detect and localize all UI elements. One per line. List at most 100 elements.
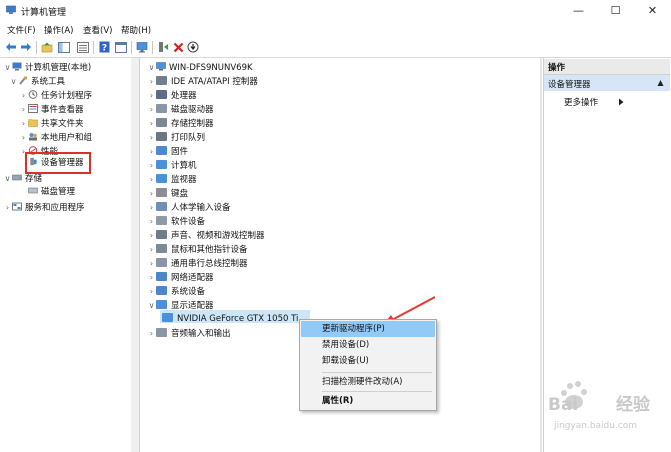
expand-arrow-icon[interactable]: › [147,201,156,214]
device-category-label: 软件设备 [171,217,206,227]
expand-arrow-icon[interactable]: › [19,117,28,130]
expand-arrow-icon[interactable]: › [19,103,28,116]
submenu-arrow-icon[interactable] [618,98,624,106]
device-category-row[interactable]: › 磁盘驱动器 [147,103,214,116]
expand-arrow-icon[interactable]: › [19,89,28,102]
device-category-row[interactable]: › 软件设备 [147,215,205,228]
scan-download-icon[interactable] [186,40,200,54]
show-tree-icon[interactable] [57,40,71,54]
device-category-row[interactable]: › 打印队列 [147,131,205,144]
tree-item-event-viewer[interactable]: › 事件查看器 [19,103,84,116]
actions-section-device-manager[interactable]: 设备管理器 [544,75,670,91]
expand-arrow-icon[interactable]: › [147,215,156,228]
menu-view[interactable]: 查看(V) [83,24,112,36]
device-category-label: 打印队列 [171,133,206,143]
device-row-gpu[interactable]: NVIDIA GeForce GTX 1050 Ti [162,313,298,326]
expand-arrow-icon[interactable]: › [147,145,156,158]
menu-file[interactable]: 文件(F) [7,24,36,36]
menu-action[interactable]: 操作(A) [44,24,73,36]
expand-arrow-icon[interactable]: › [147,117,156,130]
more-actions-label: 更多操作 [564,98,599,108]
up-folder-icon[interactable] [40,40,54,54]
users-icon [29,133,37,141]
expand-arrow-icon[interactable]: › [19,131,28,144]
expand-arrow-icon[interactable]: › [147,187,156,200]
help-icon[interactable]: ? [97,40,111,54]
collapse-up-icon[interactable] [657,79,664,87]
context-menu-disable-device[interactable]: 禁用设备(D) [301,337,435,353]
enable-device-icon[interactable] [156,40,170,54]
watermark-text2: 经验 [616,394,651,415]
expand-arrow-icon[interactable]: › [147,103,156,116]
toolbar-divider [93,41,94,54]
device-tree-root[interactable]: ∨ WIN-DFS9NUNV69K [147,61,253,74]
expand-arrow-icon[interactable]: › [147,243,156,256]
expand-arrow-icon[interactable]: › [147,131,156,144]
device-category-row[interactable]: › 人体学输入设备 [147,201,231,214]
tree-item-task-scheduler[interactable]: › 任务计划程序 [19,89,92,102]
device-category-label: 系统设备 [171,287,206,297]
uninstall-icon[interactable] [171,40,185,54]
clock-icon [28,90,38,99]
expand-arrow-icon[interactable]: › [147,271,156,284]
toolbar-divider [131,41,132,54]
device-category-row[interactable]: › 存储控制器 [147,117,214,130]
actions-header: 操作 [544,59,670,75]
back-icon[interactable] [4,40,18,54]
device-category-icon [156,174,167,183]
left-pane-scrollbar[interactable] [131,58,140,452]
device-category-label: 磁盘驱动器 [171,105,214,115]
maximize-button[interactable]: ☐ [597,0,634,22]
tree-item-shared-folders[interactable]: › 共享文件夹 [19,117,84,130]
tree-services[interactable]: › 服务和应用程序 [3,201,85,214]
device-category-row[interactable]: › 音频输入和输出 [147,327,231,340]
context-menu-uninstall-device[interactable]: 卸载设备(U) [301,353,435,369]
tree-root[interactable]: ∨ 计算机管理(本地) [3,61,91,74]
more-actions-link[interactable]: 更多操作 [564,96,598,108]
context-menu-label: 扫描检测硬件改动(A) [322,377,403,387]
context-menu-properties[interactable]: 属性(R) [301,393,435,409]
device-category-row[interactable]: › 网络适配器 [147,271,214,284]
device-category-icon [156,118,167,127]
device-category-row[interactable]: › 通用串行总线控制器 [147,257,248,270]
tree-item-disk-management[interactable]: 磁盘管理 [28,186,75,199]
expand-arrow-icon[interactable]: › [147,285,156,298]
expand-arrow-icon[interactable]: › [147,173,156,186]
collapse-arrow-icon[interactable]: ∨ [147,299,156,312]
collapse-arrow-icon[interactable]: ∨ [3,61,12,74]
collapse-arrow-icon[interactable]: ∨ [147,61,156,74]
device-category-row[interactable]: › 声音、视频和游戏控制器 [147,229,265,242]
center-pane-scrollbar[interactable] [540,58,542,452]
device-category-row[interactable]: › 计算机 [147,159,197,172]
collapse-arrow-icon[interactable]: ∨ [9,75,18,88]
expand-arrow-icon[interactable]: › [147,89,156,102]
device-category-row[interactable]: › IDE ATA/ATAPI 控制器 [147,75,258,88]
collapse-arrow-icon[interactable]: ∨ [3,172,12,185]
close-button[interactable]: ✕ [634,0,671,22]
expand-arrow-icon[interactable]: › [147,229,156,242]
tree-system-tools[interactable]: ∨ 系统工具 [9,75,65,88]
device-category-row[interactable]: › 固件 [147,145,188,158]
device-category-row[interactable]: ∨ 显示适配器 [147,299,214,312]
minimize-button[interactable]: — [560,0,597,22]
device-category-row[interactable]: › 处理器 [147,89,197,102]
context-menu-update-driver[interactable]: 更新驱动程序(P) [301,321,435,337]
device-category-row[interactable]: › 鼠标和其他指针设备 [147,243,248,256]
expand-arrow-icon[interactable]: › [147,257,156,270]
forward-icon[interactable] [19,40,33,54]
menu-help[interactable]: 帮助(H) [121,24,151,36]
device-category-icon [156,230,167,239]
device-category-row[interactable]: › 监视器 [147,173,197,186]
context-menu-label: 禁用设备(D) [322,340,370,350]
properties-view-icon[interactable] [76,40,90,54]
device-category-row[interactable]: › 键盘 [147,187,188,200]
tree-item-local-users[interactable]: › 本地用户和组 [19,131,92,144]
console-icon[interactable] [114,40,128,54]
context-menu-scan-hardware[interactable]: 扫描检测硬件改动(A) [301,374,435,390]
expand-arrow-icon[interactable]: › [147,75,156,88]
device-category-row[interactable]: › 系统设备 [147,285,205,298]
expand-arrow-icon[interactable]: › [3,201,12,214]
expand-arrow-icon[interactable]: › [147,327,156,340]
monitor-icon[interactable] [135,40,149,54]
expand-arrow-icon[interactable]: › [147,159,156,172]
